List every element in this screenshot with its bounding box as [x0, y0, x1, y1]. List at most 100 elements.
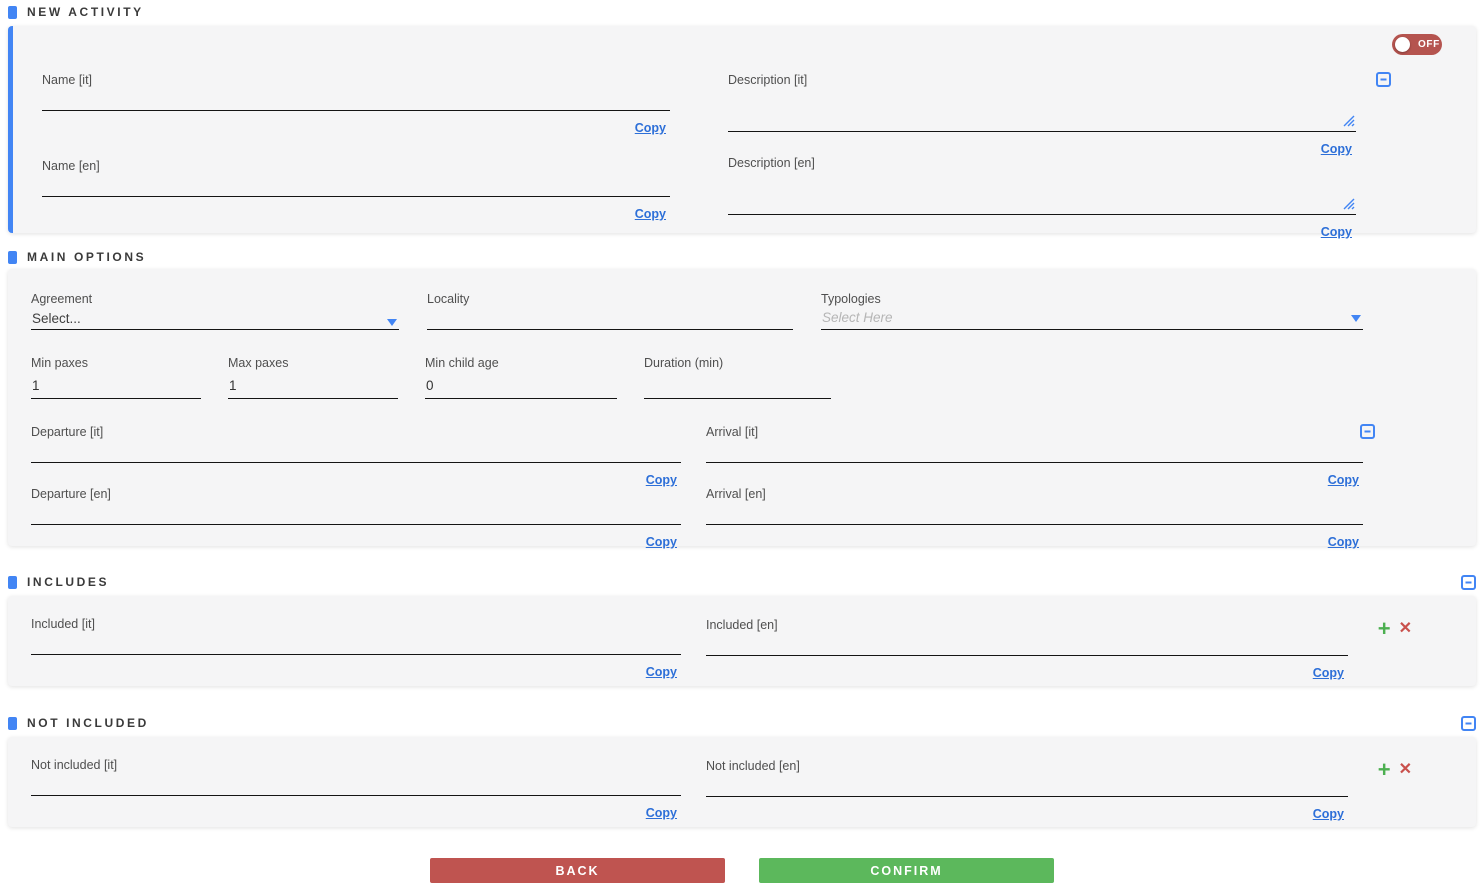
not-included-it-input[interactable] — [31, 777, 681, 796]
main-options-card: Agreement Select... Locality Typologies — [8, 269, 1476, 549]
add-not-included-icon[interactable]: + — [1378, 759, 1391, 781]
arrival-en-input[interactable] — [706, 506, 1363, 525]
departure-column: Departure [it] Copy Departure [en] Copy — [31, 425, 681, 549]
agreement-select[interactable]: Select... — [31, 308, 399, 330]
add-included-icon[interactable]: + — [1378, 618, 1391, 640]
collapse-departure-arrival-icon[interactable] — [1360, 424, 1375, 439]
section-marker-icon — [8, 575, 17, 589]
not-included-card: + ✕ Not included [it] Copy Not included … — [8, 737, 1476, 827]
remove-included-icon[interactable]: ✕ — [1399, 621, 1412, 637]
arrival-it-input[interactable] — [706, 444, 1363, 463]
typologies-input[interactable] — [821, 308, 1363, 330]
copy-description-link[interactable]: Copy — [1321, 225, 1352, 239]
copy-arrival-link[interactable]: Copy — [1328, 473, 1359, 487]
field-arrival-it: Arrival [it] Copy — [706, 425, 1363, 487]
not-included-en-label: Not included [en] — [706, 759, 800, 773]
description-it-label: Description [it] — [728, 73, 808, 87]
included-it-label: Included [it] — [31, 617, 95, 631]
description-en-textarea[interactable] — [728, 175, 1356, 215]
included-it-input[interactable] — [31, 636, 681, 655]
departure-en-input[interactable] — [31, 506, 681, 525]
copy-description-link[interactable]: Copy — [1321, 142, 1352, 156]
field-description-it: Description [it] Copy — [728, 73, 1356, 156]
new-activity-card: OFF Name [it] Copy Name [en] Copy Descri… — [8, 26, 1476, 239]
section-title-main-options: MAIN OPTIONS — [27, 250, 147, 264]
arrival-column: Arrival [it] Copy Arrival [en] Copy — [706, 425, 1363, 549]
field-departure-it: Departure [it] Copy — [31, 425, 681, 487]
section-title-includes: INCLUDES — [27, 575, 110, 589]
section-marker-icon — [8, 250, 17, 264]
toggle-label: OFF — [1418, 39, 1440, 50]
name-en-input[interactable] — [42, 178, 670, 197]
departure-it-input[interactable] — [31, 444, 681, 463]
remove-not-included-icon[interactable]: ✕ — [1399, 762, 1412, 778]
field-locality: Locality — [427, 292, 793, 330]
back-button[interactable]: BACK — [430, 858, 725, 883]
arrival-en-label: Arrival [en] — [706, 487, 766, 501]
field-name-it: Name [it] Copy — [42, 73, 670, 135]
field-max-paxes: Max paxes — [228, 356, 398, 399]
field-not-included-it: Not included [it] Copy — [31, 758, 681, 820]
section-title-new-activity: NEW ACTIVITY — [27, 5, 144, 19]
collapse-descriptions-icon[interactable] — [1376, 72, 1391, 87]
included-en-input[interactable] — [706, 637, 1348, 656]
copy-departure-link[interactable]: Copy — [646, 535, 677, 549]
field-included-en: Included [en] Copy — [706, 618, 1348, 680]
name-fields-column: Name [it] Copy Name [en] Copy — [42, 73, 670, 238]
name-it-input[interactable] — [42, 92, 670, 111]
activity-form-page: NEW ACTIVITY OFF Name [it] Copy Name [en… — [0, 5, 1484, 883]
copy-departure-link[interactable]: Copy — [646, 473, 677, 487]
name-en-label: Name [en] — [42, 159, 100, 173]
description-en-label: Description [en] — [728, 156, 815, 170]
copy-arrival-link[interactable]: Copy — [1328, 535, 1359, 549]
min-paxes-input[interactable] — [31, 375, 201, 399]
min-child-age-input[interactable] — [425, 375, 617, 399]
section-marker-icon — [8, 5, 17, 19]
collapse-includes-icon[interactable] — [1461, 574, 1476, 590]
copy-not-included-link[interactable]: Copy — [646, 806, 677, 820]
section-header-new-activity: NEW ACTIVITY — [8, 5, 1476, 19]
field-not-included-en: Not included [en] Copy — [706, 759, 1348, 821]
departure-arrival-block: Departure [it] Copy Departure [en] Copy … — [31, 424, 1375, 549]
not-included-en-input[interactable] — [706, 778, 1348, 797]
included-en-label: Included [en] — [706, 618, 778, 632]
locality-input[interactable] — [427, 311, 793, 330]
resize-grip-icon[interactable] — [1343, 198, 1355, 210]
agreement-label: Agreement — [31, 292, 93, 306]
min-child-age-label: Min child age — [425, 356, 499, 370]
name-it-label: Name [it] — [42, 73, 93, 87]
section-header-includes: INCLUDES — [8, 574, 1476, 590]
field-min-child-age: Min child age — [425, 356, 617, 399]
copy-included-link[interactable]: Copy — [646, 665, 677, 679]
section-marker-icon — [8, 716, 17, 730]
toggle-knob-icon — [1395, 37, 1410, 52]
departure-en-label: Departure [en] — [31, 487, 111, 501]
collapse-not-included-icon[interactable] — [1461, 715, 1476, 731]
max-paxes-input[interactable] — [228, 375, 398, 399]
max-paxes-label: Max paxes — [228, 356, 289, 370]
locality-label: Locality — [427, 292, 470, 306]
copy-included-link[interactable]: Copy — [1313, 666, 1344, 680]
field-min-paxes: Min paxes — [31, 356, 201, 399]
copy-not-included-link[interactable]: Copy — [1313, 807, 1344, 821]
min-paxes-label: Min paxes — [31, 356, 88, 370]
field-included-it: Included [it] Copy — [31, 617, 681, 679]
includes-card: + ✕ Included [it] Copy Included [en] Cop… — [8, 596, 1476, 686]
typologies-select[interactable] — [821, 308, 1363, 330]
field-departure-en: Departure [en] Copy — [31, 487, 681, 549]
copy-name-link[interactable]: Copy — [635, 207, 666, 221]
status-toggle[interactable]: OFF — [1392, 34, 1442, 55]
field-arrival-en: Arrival [en] Copy — [706, 487, 1363, 549]
arrival-it-label: Arrival [it] — [706, 425, 759, 439]
chevron-down-icon — [1351, 315, 1361, 322]
field-duration: Duration (min) — [644, 356, 831, 399]
resize-grip-icon[interactable] — [1343, 115, 1355, 127]
confirm-button[interactable]: CONFIRM — [759, 858, 1054, 883]
duration-input[interactable] — [644, 375, 831, 399]
copy-name-link[interactable]: Copy — [635, 121, 666, 135]
field-typologies: Typologies — [821, 292, 1363, 330]
footer-actions: BACK CONFIRM — [0, 858, 1484, 883]
description-it-textarea[interactable] — [728, 92, 1356, 132]
section-title-not-included: NOT INCLUDED — [27, 716, 149, 730]
chevron-down-icon — [387, 319, 397, 326]
